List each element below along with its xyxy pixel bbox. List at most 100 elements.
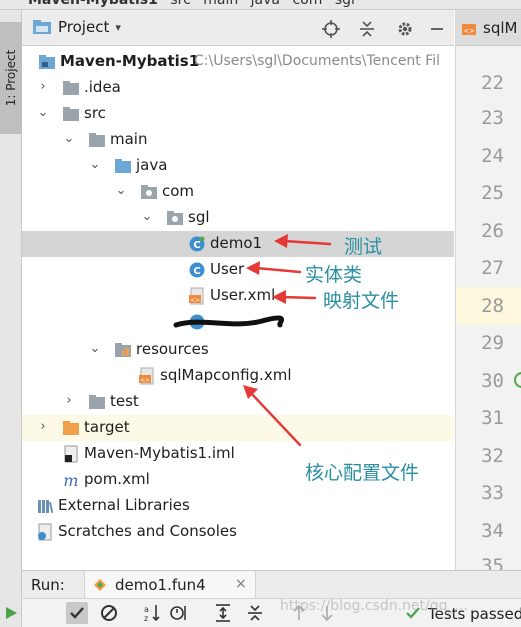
project-view-selector[interactable]: Project ▾ [32, 18, 121, 36]
line-number: 32 [481, 445, 504, 467]
tree-label-user-xml: User.xml [210, 286, 276, 304]
project-panel-header: Project ▾ [22, 10, 454, 46]
tree-root-path: C:\Users\sgl\Documents\Tencent Fil [194, 53, 441, 69]
ignored-filter-icon[interactable] [98, 602, 120, 624]
tree-row-com[interactable]: ⌄ com [22, 179, 454, 205]
editor-tab-sqlmapconfig[interactable]: <> sqlM [456, 10, 521, 46]
annotation-mapping: 映射文件 [323, 290, 400, 312]
chevron-down-icon[interactable]: ⌄ [140, 209, 154, 225]
module-folder-icon [39, 55, 55, 69]
chevron-down-icon: ▾ [115, 20, 121, 34]
breadcrumb-src[interactable]: src [170, 0, 190, 8]
folder-icon [63, 81, 79, 95]
chevron-down-icon[interactable]: ⌄ [62, 131, 76, 147]
run-tab-label: demo1.fun4 [115, 576, 206, 594]
chevron-down-icon[interactable]: ⌄ [88, 157, 102, 173]
chevron-right-icon[interactable]: › [62, 393, 76, 409]
svg-text:C: C [193, 240, 200, 251]
project-folder-icon [33, 20, 51, 34]
line-number: 30 [481, 370, 504, 392]
test-class-icon: C [189, 236, 205, 252]
tree-label-java: java [136, 156, 168, 174]
tree-row-idea[interactable]: › .idea [22, 75, 454, 101]
line-number: 25 [481, 182, 504, 204]
left-tool-strip-bottom [0, 570, 22, 627]
line-number: 22 [481, 72, 504, 94]
chevron-down-icon[interactable]: ⌄ [36, 105, 50, 121]
line-number: 33 [481, 482, 504, 504]
tree-label-idea: .idea [84, 78, 121, 96]
breadcrumb-com[interactable]: com [292, 0, 322, 8]
source-folder-icon [115, 159, 131, 173]
tree-label-demo1: demo1 [210, 234, 263, 252]
run-icon[interactable] [4, 606, 18, 620]
breadcrumb-main[interactable]: main [203, 0, 238, 8]
close-icon[interactable]: × [235, 576, 247, 592]
tree-row-main[interactable]: ⌄ main [22, 127, 454, 153]
svg-text:a: a [144, 605, 149, 614]
tree-label-user: User [210, 260, 245, 278]
scratches-icon [38, 523, 52, 541]
run-tab-demo1-fun4[interactable]: demo1.fun4 × [84, 571, 256, 599]
hide-panel-icon[interactable] [428, 20, 446, 38]
tree-label-main: main [110, 130, 148, 148]
svg-text:z: z [144, 614, 148, 623]
line-number: 35 [481, 555, 504, 570]
checkmark-icon[interactable] [66, 602, 88, 624]
collapse-all-icon[interactable] [358, 20, 376, 38]
xml-file-icon: <> [462, 24, 476, 35]
tree-label-external-libraries: External Libraries [58, 496, 190, 514]
line-number: 23 [481, 107, 504, 129]
annotation-entity: 实体类 [305, 264, 363, 286]
class-icon: C [189, 262, 205, 278]
folder-icon [89, 395, 105, 409]
sort-alphabetically-icon[interactable]: a z [140, 602, 162, 624]
tree-label-sqlmapconfig: sqlMapconfig.xml [160, 366, 292, 384]
locate-file-icon[interactable] [322, 20, 340, 38]
line-number-current: 28 [481, 295, 504, 317]
tree-label-test: test [110, 392, 139, 410]
chevron-right-icon[interactable]: › [36, 79, 50, 95]
editor-gutter: <> sqlM 22 23 24 25 26 27 28 29 30 31 32… [455, 10, 521, 570]
tree-row-src[interactable]: ⌄ src [22, 101, 454, 127]
tree-row-target[interactable]: › target [22, 415, 454, 441]
sort-by-duration-icon[interactable] [168, 602, 190, 624]
tree-row-root[interactable]: ⌄ Maven-Mybatis1 C:\Users\sgl\Documents\… [22, 49, 454, 75]
breadcrumb-sgl[interactable]: sgl [335, 0, 355, 8]
run-config-icon [94, 579, 106, 591]
maven-icon: m [63, 471, 78, 489]
expand-all-icon[interactable] [212, 602, 234, 624]
chevron-down-icon[interactable]: ⌄ [88, 341, 102, 357]
folder-icon [63, 107, 79, 121]
project-tool-tab-label: 1: Project [4, 49, 18, 107]
tree-row-sqlmapconfig[interactable]: <> sqlMapconfig.xml [22, 363, 454, 389]
annotation-test: 测试 [344, 236, 383, 258]
breadcrumb-project[interactable]: Maven-Mybatis1 [28, 0, 158, 8]
run-label: Run: [31, 576, 65, 594]
breadcrumb: Maven-Mybatis1 src main java com sgl [28, 0, 363, 8]
tree-row-scratches[interactable]: Scratches and Consoles [22, 519, 454, 545]
editor-tab-label: sqlM [483, 19, 518, 37]
tree-row-external-libraries[interactable]: External Libraries [22, 493, 454, 519]
tree-row-sgl[interactable]: ⌄ sgl [22, 205, 454, 231]
gutter-marker-icon[interactable] [514, 372, 521, 388]
chevron-right-icon[interactable]: › [36, 419, 50, 435]
watermark-text: https://blog.csdn.net/qq_... [280, 598, 468, 614]
tree-row-java[interactable]: ⌄ java [22, 153, 454, 179]
tree-row-user[interactable]: C User [22, 257, 454, 283]
breadcrumb-java[interactable]: java [251, 0, 280, 8]
collapse-all-icon[interactable] [244, 602, 266, 624]
gear-icon[interactable] [396, 20, 414, 38]
package-icon [167, 211, 183, 225]
folder-icon [89, 133, 105, 147]
navigation-breadcrumb-bar: Maven-Mybatis1 src main java com sgl [0, 0, 521, 10]
chevron-down-icon[interactable]: ⌄ [114, 183, 128, 199]
package-icon [141, 185, 157, 199]
tree-row-demo1[interactable]: C demo1 [22, 231, 454, 257]
left-tool-strip: 1: Project [0, 10, 22, 570]
scribble-mark [173, 315, 284, 328]
tree-row-test[interactable]: › test [22, 389, 454, 415]
tree-row-resources[interactable]: ⌄ resources [22, 337, 454, 363]
tree-label-target: target [84, 418, 130, 436]
project-tool-tab[interactable]: 1: Project [0, 22, 22, 134]
